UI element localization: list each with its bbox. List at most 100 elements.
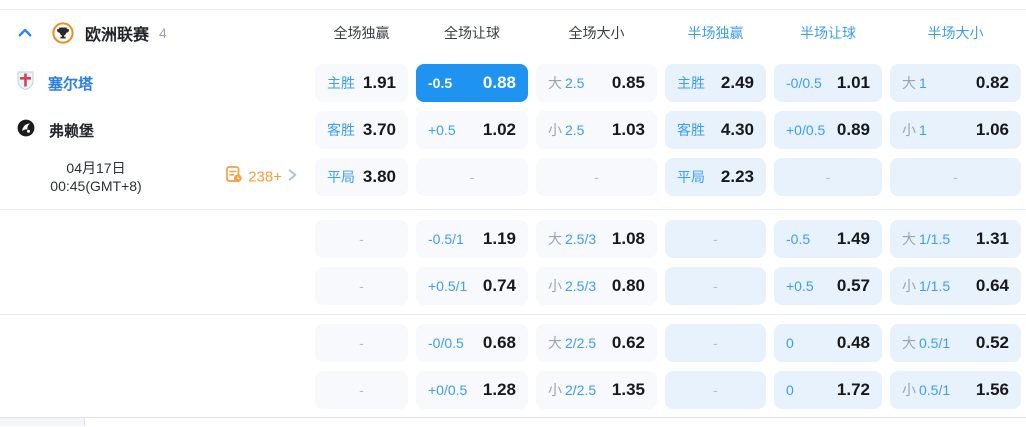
odds-selection-label: 客胜 [327,122,355,138]
no-odds-dash: - [469,169,475,185]
collapse-chevron-up-icon[interactable] [14,22,36,44]
away-team-row[interactable]: 弗赖堡 [0,111,310,149]
odds-cell[interactable]: +0.5/1 0.74 [416,267,528,305]
odds-value: 1.01 [836,73,870,92]
odds-cell[interactable]: -0/0.5 1.01 [774,64,882,102]
line-value: 2.5 [565,122,585,138]
alt-odds-band-1: - -0.5/1 1.19 大 2.5/3 1.08 - -0.5 1.49 大 1/1.5 1.31… [0,220,1026,305]
line-value: 0.5/1 [919,382,951,398]
odds-value: 3.80 [362,167,396,186]
more-markets-link[interactable]: 238+ [225,166,298,189]
odds-selection-label: 0 [786,335,794,351]
over-under-prefix: 小 [902,122,916,138]
odds-cell[interactable]: 大 2/2.5 0.62 [536,324,657,362]
odds-cell-empty: - [315,371,408,409]
no-odds-dash: - [359,335,364,351]
odds-cell[interactable]: 客胜 3.70 [315,111,408,149]
odds-cell[interactable]: 主胜 2.49 [665,64,766,102]
odds-cell[interactable]: 大 0.5/1 0.52 [890,324,1021,362]
odds-cell[interactable]: 小 1 1.06 [890,111,1021,149]
odds-grid-alt-1: - -0.5/1 1.19 大 2.5/3 1.08 - -0.5 1.49 大 1/1.5 1.31… [310,220,1026,305]
over-under-prefix: 小 [548,382,562,398]
league-match-count: 4 [159,24,167,41]
odds-grid-main: 主胜 1.91 -0.5 0.88 大 2.5 0.85 主胜 2.49 -0/0.5 1.01 大 1… [310,64,1026,196]
odds-selection-label: 小 2/2.5 [548,380,596,400]
odds-cell-empty: - [416,158,528,196]
odds-cell[interactable]: -0.5/1 1.19 [416,220,528,258]
odds-selection-label: 小 1/1.5 [902,276,950,296]
odds-cell[interactable]: -0/0.5 0.68 [416,324,528,362]
odds-cell[interactable]: 小 2.5 1.03 [536,111,657,149]
line-value: 1/1.5 [919,231,951,247]
odds-cell-empty: - [665,371,766,409]
odds-cell[interactable]: 客胜 4.30 [665,111,766,149]
league-section-header: 欧洲联赛 4 全场独赢 全场让球 全场大小 半场独赢 半场让球 半场大小 [0,9,1026,55]
odds-cell[interactable]: 小 0.5/1 1.56 [890,371,1021,409]
odds-cell-empty: - [315,324,408,362]
odds-selection-label: 大 0.5/1 [902,333,950,353]
next-section-left-cell [0,418,85,426]
odds-grid-alt-2: - -0/0.5 0.68 大 2/2.5 0.62-0 0.48 大 0.5/1 0.52- +0… [310,324,1026,409]
odds-cell[interactable]: 大 2.5/3 1.08 [536,220,657,258]
odds-cell[interactable]: 大 1/1.5 1.31 [890,220,1021,258]
odds-cell-empty: - [315,267,408,305]
odds-value: 1.56 [975,380,1009,399]
odds-value: 2.23 [720,167,754,186]
over-under-prefix: 小 [902,382,916,398]
odds-value: 1.31 [975,229,1009,248]
match-meta-row: 04月17日 00:45(GMT+8) 238+ [0,158,310,196]
next-section-strip [0,417,1026,426]
odds-cell[interactable]: +0/0.5 1.28 [416,371,528,409]
over-under-prefix: 小 [548,122,562,138]
line-value: 1/1.5 [919,278,951,294]
odds-value: 0.88 [482,73,516,92]
odds-selection-label: 小1 [902,120,927,140]
odds-cell[interactable]: 0 0.48 [774,324,882,362]
odds-cell-empty: - [536,158,657,196]
line-value: 0.5/1 [919,335,951,351]
league-header-left: 欧洲联赛 4 [0,21,310,45]
home-team-row[interactable]: 塞尔塔 [0,64,310,102]
odds-selection-label: 小 0.5/1 [902,380,950,400]
odds-value: 0.85 [611,73,645,92]
odds-cell[interactable]: 主胜 1.91 [315,64,408,102]
odds-cell[interactable]: -0.5 1.49 [774,220,882,258]
column-header-half-handicap: 半场让球 [800,24,856,41]
line-value: 2/2.5 [565,335,597,351]
over-under-prefix: 小 [548,278,562,294]
line-value: 2/2.5 [565,382,597,398]
odds-value: 0.62 [611,333,645,352]
alt-odds-band-2: - -0/0.5 0.68 大 2/2.5 0.62-0 0.48 大 0.5/1 0.52- +0… [0,324,1026,409]
odds-cell[interactable]: 大 2.5 0.85 [536,64,657,102]
odds-value: 1.35 [611,380,645,399]
odds-selection-label: 大 2/2.5 [548,333,596,353]
odds-cell[interactable]: 0 1.72 [774,371,882,409]
odds-selection-label: 大 2.5/3 [548,229,596,249]
odds-selection-label: +0.5 [428,122,456,138]
odds-selection-label: -0/0.5 [786,75,822,91]
odds-selection-label: 大1 [902,73,927,93]
odds-cell[interactable]: 小 2.5/3 0.80 [536,267,657,305]
odds-cell[interactable]: +0.5 0.57 [774,267,882,305]
no-odds-dash: - [825,169,831,185]
odds-selection-label: 主胜 [677,75,705,91]
odds-value: 1.08 [611,229,645,248]
odds-selection-label: 大 1/1.5 [902,229,950,249]
odds-cell[interactable]: 平局 2.23 [665,158,766,196]
odds-selection-label: 平局 [677,169,705,185]
odds-cell-empty: - [315,220,408,258]
odds-value: 1.19 [482,229,516,248]
no-odds-dash: - [713,382,718,398]
odds-cell[interactable]: +0/0.5 0.89 [774,111,882,149]
odds-cell[interactable]: 小 2/2.5 1.35 [536,371,657,409]
odds-cell[interactable]: +0.5 1.02 [416,111,528,149]
odds-cell[interactable]: 平局 3.80 [315,158,408,196]
line-value: 2.5/3 [565,278,597,294]
odds-selection-label: 主胜 [327,75,355,91]
odds-cell[interactable]: 大 1 0.82 [890,64,1021,102]
no-odds-dash: - [953,169,958,185]
odds-cell[interactable]: 小 1/1.5 0.64 [890,267,1021,305]
odds-cell-empty: - [890,158,1021,196]
odds-cell[interactable]: -0.5 0.88 [416,64,528,102]
odds-value: 3.70 [362,120,396,139]
